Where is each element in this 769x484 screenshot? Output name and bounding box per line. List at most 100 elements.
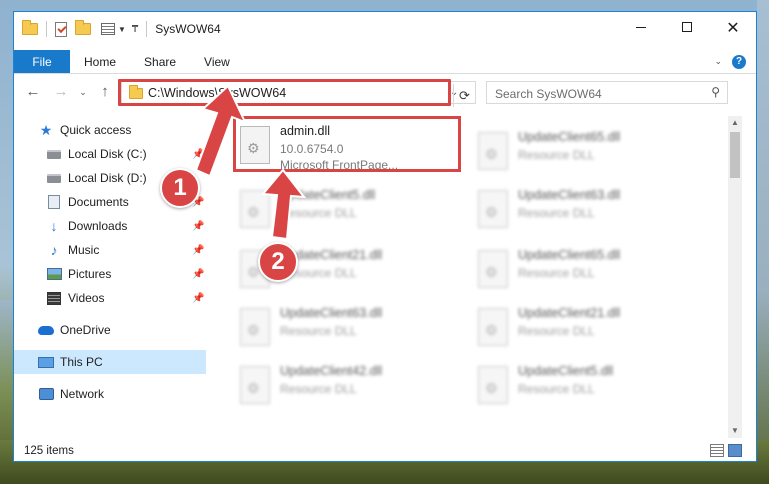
minimize-icon <box>636 26 646 28</box>
sidebar-item-pictures[interactable]: Pictures 📌 <box>14 262 206 286</box>
pin-icon[interactable]: 📌 <box>192 221 204 232</box>
videos-icon <box>46 291 62 305</box>
close-icon: ✕ <box>726 17 740 37</box>
file-type: Resource DLL <box>518 206 595 220</box>
file-name: UpdateClient65.dll <box>518 130 621 144</box>
search-placeholder: Search SysWOW64 <box>495 87 602 101</box>
file-explorer-window: ▼ ₸ SysWOW64 ✕ File Home Share View ⌄ ? … <box>13 11 757 462</box>
step-2-badge: 2 <box>258 242 298 282</box>
dll-file-icon <box>478 190 508 228</box>
sidebar-item-label: Local Disk (C:) <box>68 147 147 161</box>
chevron-down-icon[interactable]: ▼ <box>118 25 126 34</box>
step-1-badge: 1 <box>160 168 200 208</box>
tab-home[interactable]: Home <box>70 50 130 73</box>
pin-icon[interactable]: 📌 <box>192 293 204 304</box>
recent-locations-chevron-icon[interactable]: ⌄ <box>74 87 92 98</box>
maximize-icon <box>682 22 692 32</box>
file-tile[interactable]: UpdateClient65.dll Resource DLL <box>474 128 694 182</box>
file-name: UpdateClient63.dll <box>280 306 383 320</box>
sidebar-item-videos[interactable]: Videos 📌 <box>14 286 206 310</box>
help-icon[interactable]: ? <box>732 54 746 69</box>
search-icon: ⚲ <box>711 85 720 99</box>
forward-arrow-icon[interactable]: → <box>52 83 70 100</box>
scroll-up-icon[interactable]: ▲ <box>728 116 742 130</box>
details-view-icon[interactable] <box>710 444 724 457</box>
scroll-down-icon[interactable]: ▼ <box>728 424 742 438</box>
file-type: Resource DLL <box>280 324 357 338</box>
download-icon: ↓ <box>50 218 58 234</box>
up-arrow-icon[interactable]: ↑ <box>96 83 114 100</box>
window-controls: ✕ <box>618 12 756 42</box>
sidebar-item-label: Pictures <box>68 267 112 281</box>
onedrive-icon <box>38 323 54 337</box>
maximize-button[interactable] <box>664 12 710 42</box>
desktop-background-right <box>757 0 769 484</box>
drive-icon <box>46 147 62 161</box>
back-arrow-icon[interactable]: ← <box>24 83 42 100</box>
minimize-button[interactable] <box>618 12 664 42</box>
dll-file-icon <box>240 366 270 404</box>
customize-toolbar-icon[interactable]: ₸ <box>132 24 138 35</box>
file-name: UpdateClient5.dll <box>280 188 376 202</box>
file-name: UpdateClient65.dll <box>518 248 621 262</box>
documents-icon <box>46 195 62 209</box>
quick-access-toolbar-icon[interactable] <box>101 23 115 35</box>
address-row: ← → ⌄ ↑ C:\Windows\SysWOW64 ⌄ ⟳ Search S… <box>14 79 756 107</box>
file-type: Resource DLL <box>518 148 595 162</box>
sidebar-item-label: Network <box>60 387 105 401</box>
title-divider-2 <box>146 21 148 37</box>
sidebar-item-onedrive[interactable]: OneDrive <box>14 318 206 342</box>
window-title: SysWOW64 <box>155 22 221 36</box>
sidebar-item-quick-access[interactable]: ★ Quick access <box>14 118 206 142</box>
close-button[interactable]: ✕ <box>710 12 756 42</box>
admin-dll-highlight <box>233 116 461 172</box>
item-count: 125 items <box>24 445 74 457</box>
sidebar-item-downloads[interactable]: ↓ Downloads 📌 <box>14 214 206 238</box>
properties-check-icon[interactable] <box>55 21 67 37</box>
file-type: Resource DLL <box>280 382 357 396</box>
pin-icon[interactable]: 📌 <box>192 269 204 280</box>
tab-file[interactable]: File <box>14 50 70 73</box>
dll-file-icon <box>478 308 508 346</box>
sidebar-item-label: Local Disk (D:) <box>68 171 147 185</box>
file-tile[interactable]: UpdateClient5.dll Resource DLL <box>474 362 694 416</box>
folder-icon <box>22 20 38 35</box>
sidebar-item-label: Documents <box>68 195 129 209</box>
file-type: Resource DLL <box>280 206 357 220</box>
file-tile[interactable]: UpdateClient42.dll Resource DLL <box>236 362 456 416</box>
file-name: UpdateClient42.dll <box>280 364 383 378</box>
search-input[interactable]: Search SysWOW64 ⚲ <box>486 81 728 104</box>
sidebar-item-label: Music <box>68 243 100 257</box>
sidebar-item-this-pc[interactable]: This PC <box>14 350 206 374</box>
expand-ribbon-icon[interactable]: ⌄ <box>714 56 722 67</box>
pin-icon[interactable]: 📌 <box>192 149 204 160</box>
file-tile[interactable]: UpdateClient65.dll Resource DLL <box>474 246 694 300</box>
ribbon-tabs: File Home Share View ⌄ ? <box>14 50 756 74</box>
sidebar-item-local-disk-c[interactable]: Local Disk (C:) 📌 <box>14 142 206 166</box>
pin-icon[interactable]: 📌 <box>192 245 204 256</box>
title-bar: ▼ ₸ SysWOW64 ✕ <box>14 12 756 46</box>
sidebar-item-network[interactable]: Network <box>14 382 206 406</box>
refresh-button[interactable]: ⟳ <box>453 84 475 107</box>
star-icon: ★ <box>39 121 53 138</box>
large-icons-view-icon[interactable] <box>728 444 742 457</box>
tab-view[interactable]: View <box>190 50 244 73</box>
scrollbar-thumb[interactable] <box>730 132 740 178</box>
file-type: Resource DLL <box>518 324 595 338</box>
file-tile[interactable]: UpdateClient63.dll Resource DLL <box>474 186 694 240</box>
sidebar-item-music[interactable]: ♪ Music 📌 <box>14 238 206 262</box>
file-name: UpdateClient21.dll <box>518 306 621 320</box>
pictures-icon <box>46 267 62 281</box>
file-type: Resource DLL <box>518 266 595 280</box>
tab-share[interactable]: Share <box>130 50 190 73</box>
navigation-pane: ★ Quick access Local Disk (C:) 📌 Local D… <box>14 116 210 436</box>
file-tile[interactable]: UpdateClient21.dll Resource DLL <box>474 304 694 358</box>
file-tile[interactable]: UpdateClient63.dll Resource DLL <box>236 304 456 358</box>
vertical-scrollbar[interactable]: ▲ ▼ <box>728 116 742 438</box>
dll-file-icon <box>478 250 508 288</box>
ribbon-right-controls: ⌄ ? <box>714 50 756 73</box>
file-tile[interactable]: UpdateClient5.dll Resource DLL <box>236 186 456 240</box>
new-folder-icon[interactable] <box>75 20 91 35</box>
status-bar: 125 items <box>14 440 756 461</box>
sidebar-item-label: Quick access <box>60 123 132 137</box>
